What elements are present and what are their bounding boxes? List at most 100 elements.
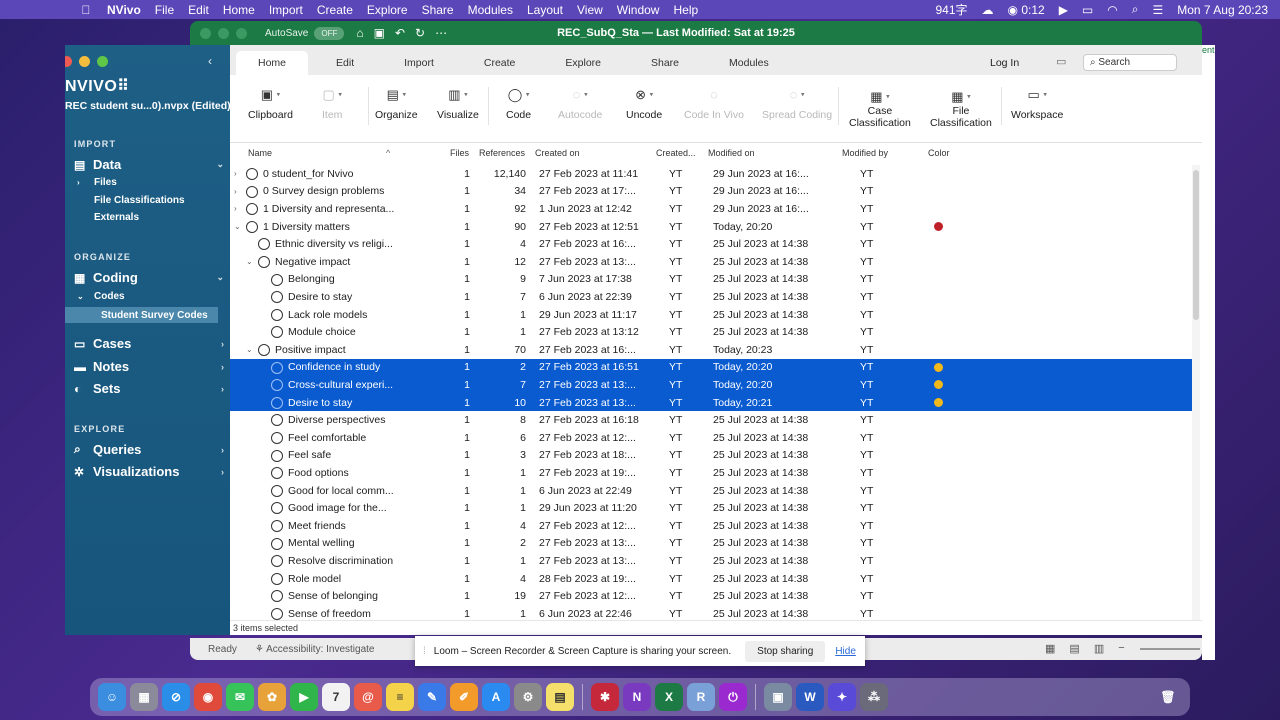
table-row[interactable]: Sense of belonging 1 19 27 Feb 2023 at 12:.…	[230, 587, 1192, 605]
menu-file[interactable]: File	[148, 3, 181, 17]
nav-data[interactable]: ▤ Data ⌄	[74, 157, 224, 172]
more-icon[interactable]: ⋯	[435, 26, 447, 40]
table-row[interactable]: Module choice 1 1 27 Feb 2023 at 13:12 YT 25 …	[230, 323, 1192, 341]
search-input[interactable]: ⌕ Search	[1083, 54, 1177, 71]
menu-nvivo[interactable]: NVivo	[100, 3, 148, 17]
table-row[interactable]: Role model 1 4 28 Feb 2023 at 19:... YT 25 Ju…	[230, 570, 1192, 588]
menu-explore[interactable]: Explore	[360, 3, 415, 17]
table-row[interactable]: Good for local comm... 1 1 6 Jun 2023 at 22…	[230, 482, 1192, 500]
nav-student-survey-codes[interactable]: Student Survey Codes	[65, 307, 218, 323]
dock-zoom-app-icon[interactable]: ⁂	[860, 683, 888, 711]
login-link[interactable]: Log In	[990, 57, 1019, 69]
dock-facetime-icon[interactable]: ▶	[290, 683, 318, 711]
table-row[interactable]: Food options 1 1 27 Feb 2023 at 19:... YT 25 …	[230, 464, 1192, 482]
chevron-down-icon[interactable]: ⌄	[246, 257, 253, 266]
dock-freeform-icon[interactable]: ✎	[418, 683, 446, 711]
col-created-by[interactable]: Created...	[656, 148, 696, 158]
table-row[interactable]: ⌄ 1 Diversity matters 1 90 27 Feb 2023 at 12…	[230, 218, 1192, 236]
file-classification-button[interactable]: ▦ ▾ File Classification	[930, 90, 992, 129]
close-window-dot[interactable]	[65, 56, 72, 67]
zoom-window-dot[interactable]	[97, 56, 108, 67]
table-row[interactable]: Ethnic diversity vs religi... 1 4 27 Feb 20…	[230, 235, 1192, 253]
dock-photos-icon[interactable]: ✿	[258, 683, 286, 711]
code-in-vivo-button[interactable]: ◌ Code In Vivo	[684, 88, 744, 121]
table-row[interactable]: ⌄ Negative impact 1 12 27 Feb 2023 at 13:...…	[230, 253, 1192, 271]
dock-messages-icon[interactable]: ✉	[226, 683, 254, 711]
menu-layout[interactable]: Layout	[520, 3, 570, 17]
dock-system-settings-icon[interactable]: ⚙	[514, 683, 542, 711]
spotlight-search-icon[interactable]: ⌕	[1132, 2, 1139, 17]
table-row[interactable]: Desire to stay 1 7 6 Jun 2023 at 22:39 YT 25 …	[230, 288, 1192, 306]
dock-calendar-icon[interactable]: 7	[322, 683, 350, 711]
tab-share[interactable]: Share	[629, 51, 701, 75]
tab-modules[interactable]: Modules	[707, 51, 791, 75]
tab-edit[interactable]: Edit	[314, 51, 376, 75]
nav-codes[interactable]: ⌄ Codes	[77, 291, 125, 302]
menu-help[interactable]: Help	[666, 3, 705, 17]
chevron-down-icon[interactable]: ⌄	[77, 292, 94, 301]
drag-handle-icon[interactable]: ⁞	[423, 646, 426, 657]
nav-cases[interactable]: ▭ Cases ›	[74, 336, 224, 351]
dock-word-icon[interactable]: W	[796, 683, 824, 711]
comment-icon[interactable]: ▭	[1056, 55, 1066, 68]
menu-view[interactable]: View	[570, 3, 610, 17]
autosave-switch[interactable]: OFF	[314, 26, 345, 40]
nav-sets[interactable]: ◐ Sets ›	[74, 381, 224, 396]
menubar-clock[interactable]: Mon 7 Aug 20:23	[1177, 3, 1268, 17]
chevron-right-icon[interactable]: ›	[234, 187, 237, 196]
cloud-icon[interactable]: ☁	[982, 3, 994, 17]
battery-icon[interactable]: ▭	[1082, 3, 1093, 17]
chevron-right-icon[interactable]: ›	[234, 169, 237, 178]
visualize-button[interactable]: ▥ ▾ Visualize	[437, 88, 479, 121]
tab-create[interactable]: Create	[462, 51, 538, 75]
tab-explore[interactable]: Explore	[543, 51, 623, 75]
autosave-toggle[interactable]: AutoSave OFF	[265, 26, 345, 40]
table-row[interactable]: Good image for the... 1 1 29 Jun 2023 at 11…	[230, 499, 1192, 517]
collapse-sidebar-icon[interactable]: ‹	[208, 54, 212, 68]
menu-edit[interactable]: Edit	[181, 3, 216, 17]
zoom-out-icon[interactable]: −	[1118, 642, 1124, 655]
dock-preview-icon[interactable]: ▣	[764, 683, 792, 711]
stop-sharing-button[interactable]: Stop sharing	[745, 640, 826, 662]
chevron-right-icon[interactable]: ›	[77, 178, 94, 187]
tab-import[interactable]: Import	[382, 51, 456, 75]
case-classification-button[interactable]: ▦ ▾ Case Classification	[849, 90, 911, 129]
uncode-button[interactable]: ⊗ ▾ Uncode	[626, 88, 662, 121]
chevron-down-icon[interactable]: ⌄	[246, 345, 253, 354]
nav-visualizations[interactable]: ✲ Visualizations ›	[74, 464, 224, 479]
dock-stickies-icon[interactable]: ▤	[546, 683, 574, 711]
table-row[interactable]: Desire to stay 1 10 27 Feb 2023 at 13:... YT…	[230, 393, 1192, 412]
chevron-down-icon[interactable]: ⌄	[234, 222, 241, 231]
dock-trash-icon[interactable]: 🗑	[1154, 683, 1182, 711]
dock-app-store-icon[interactable]: A	[482, 683, 510, 711]
dock-loom-icon[interactable]: ✦	[828, 683, 856, 711]
dock-finder-icon[interactable]: ☺	[98, 683, 126, 711]
input-method-indicator[interactable]: 941字	[935, 1, 967, 18]
page-break-icon[interactable]: ▥	[1094, 642, 1104, 655]
save-icon[interactable]: ▣	[374, 26, 385, 40]
hide-banner-link[interactable]: Hide	[835, 646, 856, 657]
chevron-right-icon[interactable]: ›	[234, 204, 237, 213]
table-row[interactable]: Diverse perspectives 1 8 27 Feb 2023 at 16:…	[230, 411, 1192, 429]
dock-rstudio-icon[interactable]: R	[687, 683, 715, 711]
organize-button[interactable]: ▤ ▾ Organize	[375, 88, 418, 121]
nav-externals[interactable]: Externals	[94, 212, 139, 223]
spread-coding-button[interactable]: ◌ ▾ Spread Coding	[762, 88, 832, 121]
table-row[interactable]: Confidence in study 1 2 27 Feb 2023 at 16:5…	[230, 358, 1192, 377]
table-row[interactable]: ⌄ Positive impact 1 70 27 Feb 2023 at 16:...…	[230, 341, 1192, 359]
autocode-button[interactable]: ◌ ▾ Autocode	[558, 88, 602, 121]
dock-screen-timer-icon[interactable]: ⏻	[719, 683, 747, 711]
col-modified-by[interactable]: Modified by	[842, 148, 888, 158]
excel-close-dot[interactable]	[200, 27, 211, 39]
clipboard-button[interactable]: ▣ ▾ Clipboard	[248, 88, 293, 121]
redo-icon[interactable]: ↻	[415, 26, 425, 40]
menu-share[interactable]: Share	[415, 3, 461, 17]
table-row[interactable]: Feel comfortable 1 6 27 Feb 2023 at 12:... Y…	[230, 429, 1192, 447]
dock-excel-icon[interactable]: X	[655, 683, 683, 711]
dock-nvivo-icon[interactable]: ✱	[591, 683, 619, 711]
table-row[interactable]: Meet friends 1 4 27 Feb 2023 at 12:... YT 25 …	[230, 517, 1192, 535]
dock-pages-icon[interactable]: ✐	[450, 683, 478, 711]
workspace-button[interactable]: ▭ ▾ Workspace	[1011, 88, 1063, 121]
accessibility-status[interactable]: ⚘ Accessibility: Investigate	[255, 644, 375, 655]
menu-import[interactable]: Import	[262, 3, 310, 17]
